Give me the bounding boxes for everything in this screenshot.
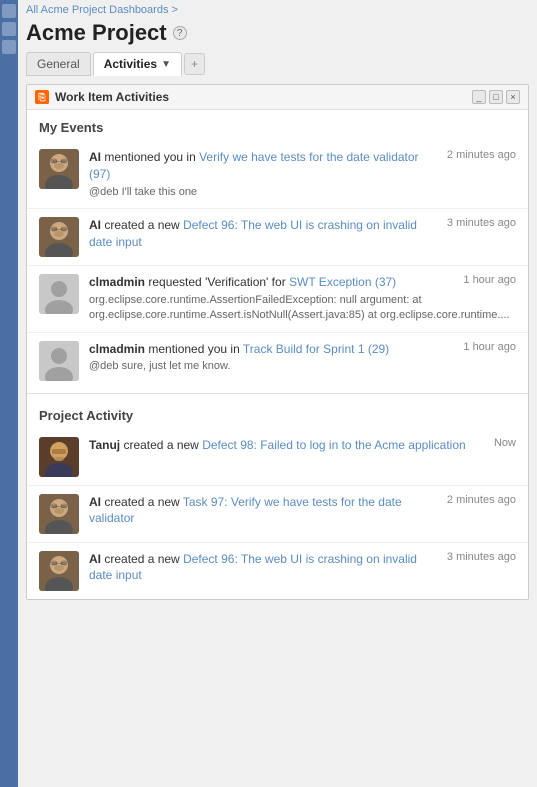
activity-action: created a new — [104, 552, 179, 566]
activity-time: 2 minutes ago — [447, 494, 516, 506]
activity-action: mentioned you in — [148, 342, 239, 356]
activity-body: AI created a new Defect 96: The web UI i… — [89, 551, 516, 587]
activity-action: requested 'Verification' for — [148, 275, 285, 289]
activity-action: mentioned you in — [104, 150, 195, 164]
avatar — [39, 274, 79, 314]
activity-body: AI created a new Defect 96: The web UI i… — [89, 217, 516, 253]
activity-link[interactable]: SWT Exception (37) — [289, 275, 396, 289]
activity-actor: AI — [89, 218, 101, 232]
activity-actor: clmadmin — [89, 342, 145, 356]
activity-body: clmadmin mentioned you in Track Build fo… — [89, 341, 516, 375]
tab-activities[interactable]: Activities ▼ — [93, 52, 182, 76]
activity-item: AI created a new Defect 96: The web UI i… — [27, 209, 528, 266]
panel-close-button[interactable]: × — [506, 90, 520, 104]
avatar — [39, 149, 79, 189]
activity-item: clmadmin requested 'Verification' for SW… — [27, 266, 528, 333]
activity-sub-text: @deb I'll take this one — [89, 185, 516, 200]
breadcrumb: All Acme Project Dashboards > — [18, 0, 537, 18]
help-icon[interactable]: ? — [173, 26, 187, 40]
activity-time: 2 minutes ago — [447, 149, 516, 161]
panel-controls: _ □ × — [472, 90, 520, 104]
activity-item: clmadmin mentioned you in Track Build fo… — [27, 333, 528, 389]
activity-item: AI created a new Task 97: Verify we have… — [27, 486, 528, 543]
activity-time: 3 minutes ago — [447, 551, 516, 563]
activity-actor: Tanuj — [89, 438, 120, 452]
activity-action: created a new — [104, 495, 179, 509]
activity-link[interactable]: Track Build for Sprint 1 (29) — [243, 342, 389, 356]
page-title: Acme Project — [26, 20, 167, 46]
page-header: Acme Project ? — [18, 18, 537, 52]
breadcrumb-arrow: > — [172, 4, 178, 16]
avatar — [39, 217, 79, 257]
avatar — [39, 551, 79, 591]
section-divider — [27, 393, 528, 394]
avatar — [39, 494, 79, 534]
panel-header-left: ⎘ Work Item Activities — [35, 90, 169, 104]
activity-item: AI mentioned you in Verify we have tests… — [27, 141, 528, 209]
panel-header: ⎘ Work Item Activities _ □ × — [27, 85, 528, 110]
activity-body: Tanuj created a new Defect 98: Failed to… — [89, 437, 516, 456]
my-events-heading: My Events — [27, 110, 528, 141]
panel-maximize-button[interactable]: □ — [489, 90, 503, 104]
activity-body: AI created a new Task 97: Verify we have… — [89, 494, 516, 530]
activity-body: AI mentioned you in Verify we have tests… — [89, 149, 516, 200]
activity-actor: clmadmin — [89, 275, 145, 289]
tabs-bar: General Activities ▼ + — [18, 52, 537, 76]
activity-time: Now — [494, 437, 516, 449]
activity-action: created a new — [123, 438, 198, 452]
activity-item: Tanuj created a new Defect 98: Failed to… — [27, 429, 528, 486]
tab-add-button[interactable]: + — [184, 53, 205, 75]
nav-icon-3 — [2, 40, 16, 54]
activity-actor: AI — [89, 495, 101, 509]
activity-item: AI created a new Defect 96: The web UI i… — [27, 543, 528, 599]
activity-link[interactable]: Defect 98: Failed to log in to the Acme … — [202, 438, 466, 452]
activity-action: created a new — [104, 218, 179, 232]
panel-title: Work Item Activities — [55, 90, 169, 104]
project-activity-list: Tanuj created a new Defect 98: Failed to… — [27, 429, 528, 599]
activity-actor: AI — [89, 552, 101, 566]
activity-body: clmadmin requested 'Verification' for SW… — [89, 274, 516, 324]
breadcrumb-link[interactable]: All Acme Project Dashboards — [26, 4, 168, 16]
tab-dropdown-icon[interactable]: ▼ — [161, 59, 171, 70]
nav-icon-2 — [2, 22, 16, 36]
activity-sub-text: org.eclipse.core.runtime.AssertionFailed… — [89, 293, 516, 324]
activity-actor: AI — [89, 150, 101, 164]
left-nav-stripe — [0, 0, 18, 787]
rss-icon: ⎘ — [35, 90, 49, 104]
panel-minimize-button[interactable]: _ — [472, 90, 486, 104]
main-content: All Acme Project Dashboards > Acme Proje… — [18, 0, 537, 787]
avatar — [39, 341, 79, 381]
avatar — [39, 437, 79, 477]
tab-general[interactable]: General — [26, 52, 91, 76]
nav-icon-1 — [2, 4, 16, 18]
activity-time: 1 hour ago — [463, 341, 516, 353]
work-item-activities-panel: ⎘ Work Item Activities _ □ × My Events A… — [26, 84, 529, 600]
activity-time: 3 minutes ago — [447, 217, 516, 229]
my-events-list: AI mentioned you in Verify we have tests… — [27, 141, 528, 389]
activity-time: 1 hour ago — [463, 274, 516, 286]
activity-sub-text: @deb sure, just let me know. — [89, 359, 516, 374]
project-activity-heading: Project Activity — [27, 398, 528, 429]
